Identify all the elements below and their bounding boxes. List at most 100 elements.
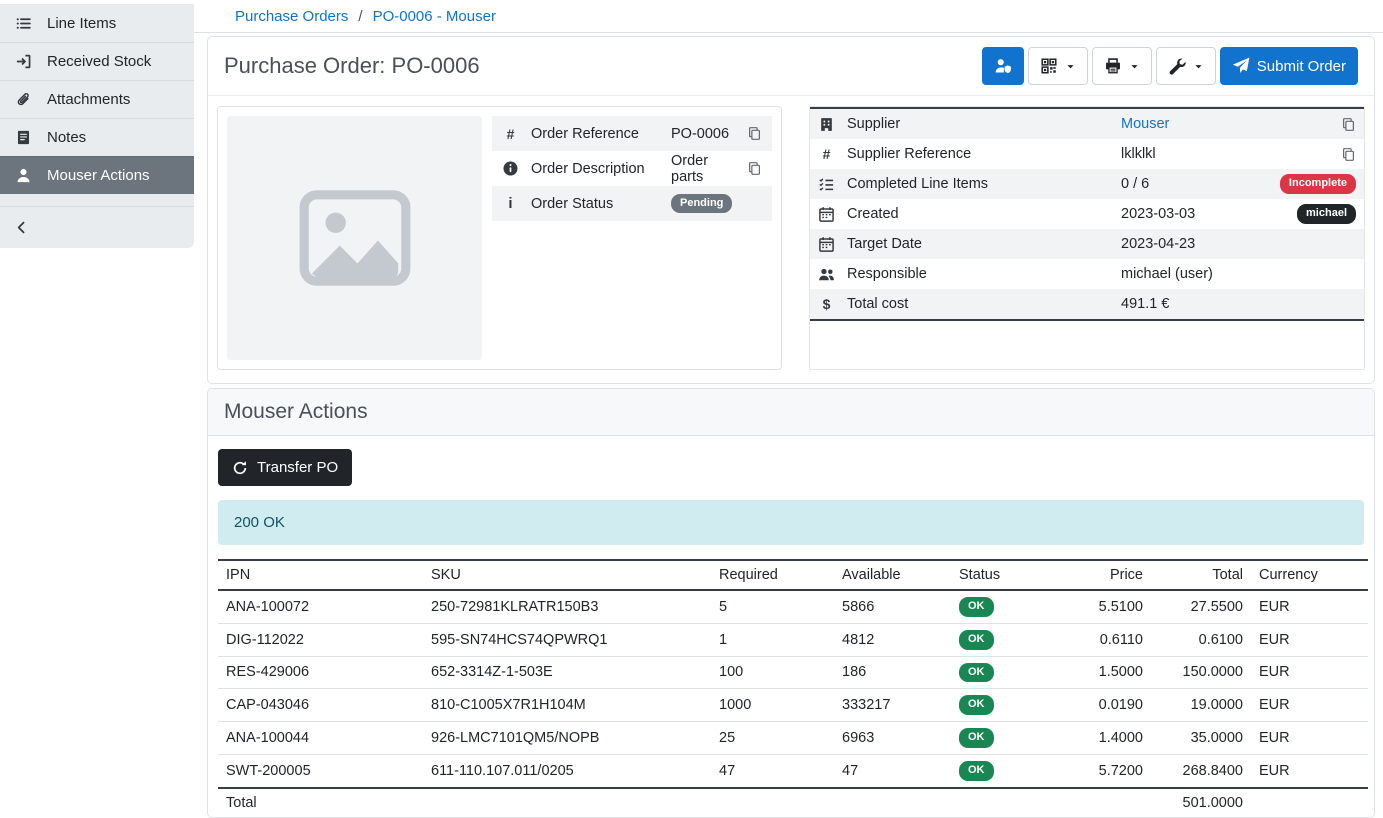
cell-price: 1.5000: [1061, 656, 1151, 689]
barcode-actions-button[interactable]: [1028, 47, 1088, 85]
cell-available: 5866: [834, 590, 951, 623]
sidebar-item-received-stock[interactable]: Received Stock: [0, 42, 194, 80]
sidebar-menu: Line Items Received StockAttachmentsNotes…: [0, 4, 194, 194]
cell-available: 6963: [834, 722, 951, 755]
column-header-currency[interactable]: Currency: [1251, 560, 1368, 590]
sidebar: Line Items Received StockAttachmentsNotes…: [0, 4, 194, 248]
column-header-total[interactable]: Total: [1151, 560, 1251, 590]
detail-label: Responsible: [847, 266, 1109, 282]
transfer-po-button[interactable]: Transfer PO: [218, 449, 352, 486]
cell-status: OK: [951, 590, 1061, 623]
calendar-icon: [818, 236, 835, 253]
copy-icon[interactable]: [1341, 117, 1356, 132]
purchase-order-panel: Purchase Order: PO-0006 Submit Order: [207, 36, 1375, 384]
table-row[interactable]: ANA-100044926-LMC7101QM5/NOPB256963OK1.4…: [218, 722, 1368, 755]
qr-code-icon: [1040, 57, 1058, 75]
column-header-ipn[interactable]: IPN: [218, 560, 423, 590]
detail-label: Order Status: [531, 196, 659, 212]
table-header-row: IPNSKURequiredAvailableStatusPriceTotalC…: [218, 560, 1368, 590]
hash-icon: #: [818, 146, 835, 163]
order-details: #Order ReferencePO-0006Order Description…: [208, 96, 1374, 383]
supplier-details-table: Supplier Mouser #Supplier Referencelklklkl…: [810, 107, 1364, 321]
image-placeholder-icon: [294, 177, 416, 299]
cell-sku: 250-72981KLRATR150B3: [423, 590, 711, 623]
detail-value: 491.1 €: [1121, 296, 1356, 312]
sidebar-collapse-button[interactable]: [0, 206, 194, 248]
column-header-price[interactable]: Price: [1061, 560, 1151, 590]
copy-icon[interactable]: [747, 126, 762, 141]
mouser-table-body: ANA-100072250-72981KLRATR150B355866OK5.5…: [218, 590, 1368, 788]
order-options-button[interactable]: [1156, 47, 1216, 85]
cell-price: 0.0190: [1061, 689, 1151, 722]
table-row[interactable]: CAP-043046810-C1005X7R1H104M1000333217 OK…: [218, 689, 1368, 722]
cell-ipn: CAP-043046: [218, 689, 423, 722]
table-row[interactable]: RES-429006652-3314Z-1-503E100186OK1.5000…: [218, 656, 1368, 689]
cell-status: OK: [951, 722, 1061, 755]
caret-down-icon: [1129, 61, 1140, 72]
cell-required: 1000: [711, 689, 834, 722]
users-icon: [818, 266, 835, 283]
cell-currency: EUR: [1251, 590, 1368, 623]
list-check-icon: [818, 176, 835, 193]
paper-plane-icon: [1232, 57, 1250, 75]
cell-required: 100: [711, 656, 834, 689]
info-circle-icon: [502, 160, 519, 177]
footer-currency-empty: [1251, 788, 1368, 818]
sidebar-item-line-items[interactable]: Line Items: [0, 4, 194, 42]
breadcrumb: Purchase Orders / PO-0006 - Mouser: [194, 0, 1383, 33]
mouser-order-table: IPNSKURequiredAvailableStatusPriceTotalC…: [218, 559, 1368, 818]
detail-row: iOrder StatusPending: [492, 186, 772, 221]
detail-row: #Supplier Referencelklklkl: [810, 139, 1364, 169]
detail-label: Created: [847, 206, 1109, 222]
breadcrumb-link-current-order[interactable]: PO-0006 - Mouser: [373, 8, 496, 25]
copy-icon[interactable]: [1341, 147, 1356, 162]
mouser-panel-title: Mouser Actions: [224, 400, 368, 424]
cell-required: 5: [711, 590, 834, 623]
status-badge: Pending: [671, 194, 732, 214]
detail-row: Responsiblemichael (user): [810, 259, 1364, 289]
column-header-status[interactable]: Status: [951, 560, 1061, 590]
column-header-sku[interactable]: SKU: [423, 560, 711, 590]
ok-status-badge: OK: [959, 695, 994, 715]
ok-status-badge: OK: [959, 597, 994, 617]
part-image-placeholder[interactable]: [227, 116, 482, 360]
user-actions-button[interactable]: [982, 47, 1024, 85]
order-summary-table: #Order ReferencePO-0006Order Description…: [492, 116, 772, 221]
sidebar-item-attachments[interactable]: Attachments: [0, 80, 194, 118]
status-badge: Incomplete: [1280, 174, 1356, 194]
sidebar-item-label: Line Items: [47, 15, 116, 32]
breadcrumb-link-purchase-orders[interactable]: Purchase Orders: [235, 8, 348, 25]
submit-order-button[interactable]: Submit Order: [1220, 47, 1358, 85]
detail-value-link[interactable]: Mouser: [1121, 116, 1329, 132]
cell-price: 1.4000: [1061, 722, 1151, 755]
cell-available: 186: [834, 656, 951, 689]
cell-currency: EUR: [1251, 689, 1368, 722]
table-row[interactable]: SWT-200005611-110.107.011/02054747OK5.72…: [218, 754, 1368, 787]
list-icon: [15, 15, 32, 32]
sidebar-item-mouser-actions[interactable]: Mouser Actions: [0, 156, 194, 194]
table-row[interactable]: ANA-100072250-72981KLRATR150B355866OK5.5…: [218, 590, 1368, 623]
cell-sku: 652-3314Z-1-503E: [423, 656, 711, 689]
refresh-icon: [232, 460, 248, 476]
cell-total: 0.6100: [1151, 623, 1251, 656]
mouser-panel-header: Mouser Actions: [208, 389, 1374, 436]
detail-row: $Total cost491.1 €: [810, 289, 1364, 319]
cell-available: 333217: [834, 689, 951, 722]
detail-label: Target Date: [847, 236, 1109, 252]
copy-icon[interactable]: [747, 161, 762, 176]
detail-label: Supplier: [847, 116, 1109, 132]
breadcrumb-separator: /: [358, 8, 362, 25]
cell-sku: 926-LMC7101QM5/NOPB: [423, 722, 711, 755]
sidebar-item-notes[interactable]: Notes: [0, 118, 194, 156]
print-actions-button[interactable]: [1092, 47, 1152, 85]
note-icon: [15, 129, 32, 146]
wrench-icon: [1168, 57, 1186, 75]
cell-sku: 810-C1005X7R1H104M: [423, 689, 711, 722]
column-header-required[interactable]: Required: [711, 560, 834, 590]
column-header-available[interactable]: Available: [834, 560, 951, 590]
user-shield-icon: [994, 57, 1012, 75]
table-row[interactable]: DIG-112022595-SN74HCS74QPWRQ114812OK0.61…: [218, 623, 1368, 656]
calendar-icon: [818, 206, 835, 223]
detail-row: Target Date2023-04-23: [810, 229, 1364, 259]
cell-ipn: RES-429006: [218, 656, 423, 689]
